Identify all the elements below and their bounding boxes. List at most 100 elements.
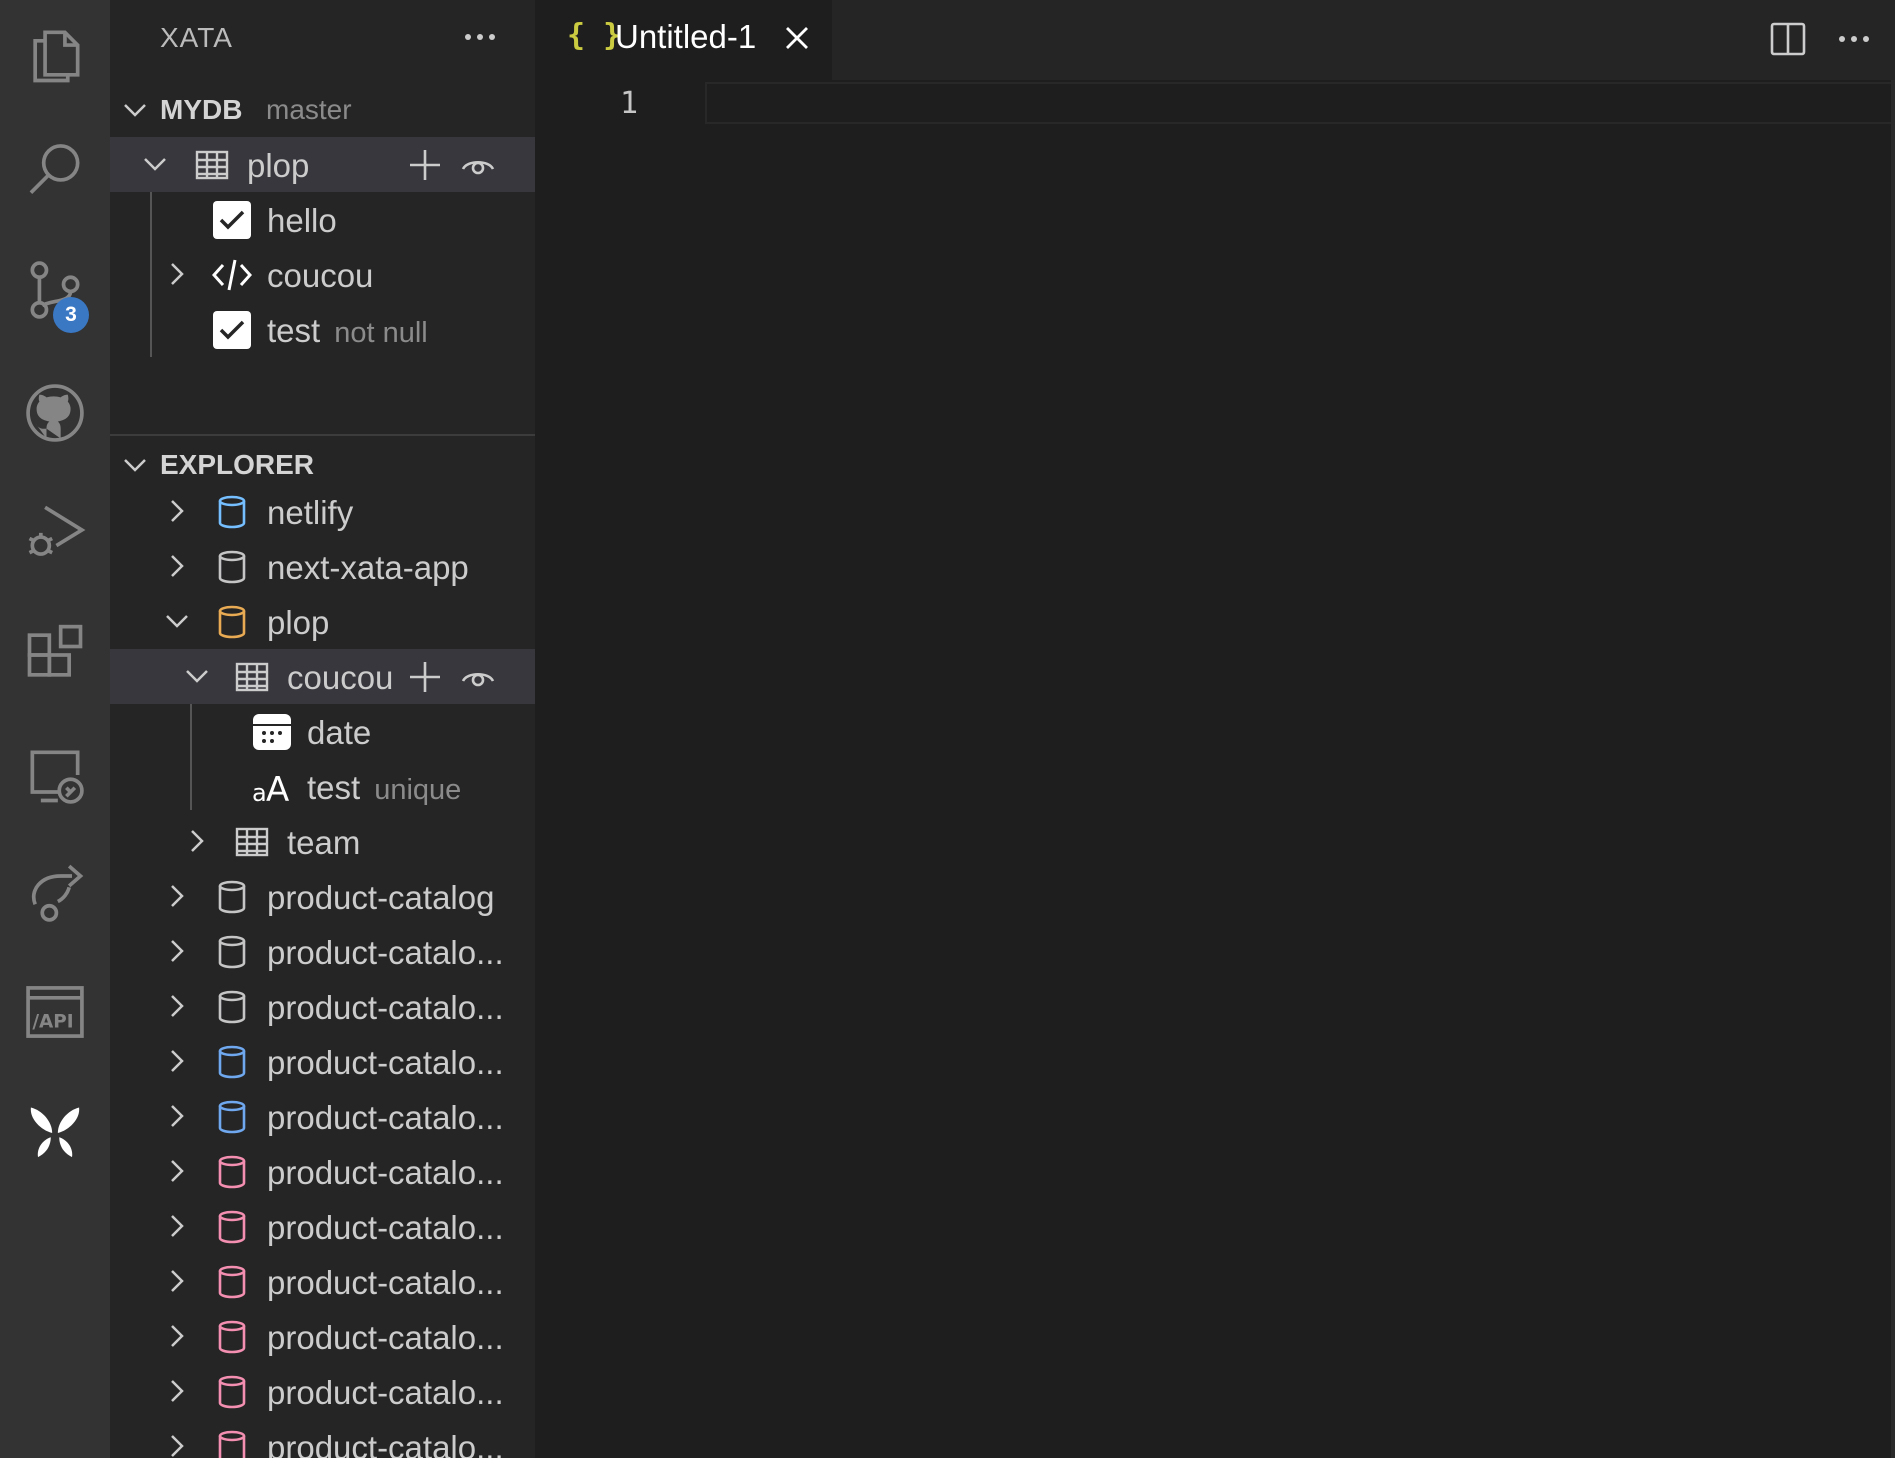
column-label: hello xyxy=(267,202,337,239)
database-row-product-catalog[interactable]: product-catalo... xyxy=(110,1419,535,1458)
editor-tab-bar: { } Untitled-1 xyxy=(535,0,1895,80)
svg-text:a: a xyxy=(252,779,267,807)
editor-area[interactable]: 1 xyxy=(535,80,1895,1458)
checkbox-icon xyxy=(213,311,251,349)
database-row-product-catalog[interactable]: product-catalo... xyxy=(110,1144,535,1199)
column-constraint: not null xyxy=(334,317,428,349)
database-icon xyxy=(218,605,246,639)
column-constraint: unique xyxy=(374,774,462,806)
database-icon xyxy=(218,550,246,584)
run-debug-icon[interactable] xyxy=(0,475,110,585)
database-icon xyxy=(218,1045,246,1079)
chevron-right-icon xyxy=(171,885,184,907)
database-row-product-catalog[interactable]: product-catalo... xyxy=(110,924,535,979)
database-icon xyxy=(218,1265,246,1299)
remote-explorer-icon[interactable] xyxy=(0,720,110,830)
chevron-right-icon xyxy=(171,995,184,1017)
database-label: product-catalo... xyxy=(267,1209,504,1246)
database-row-product-catalog[interactable]: product-catalo... xyxy=(110,1254,535,1309)
table-icon xyxy=(195,150,229,180)
extensions-icon[interactable] xyxy=(0,600,110,710)
svg-text:A: A xyxy=(266,770,289,807)
database-label: product-catalo... xyxy=(267,1264,504,1301)
calendar-icon xyxy=(253,714,291,750)
add-icon[interactable] xyxy=(407,659,443,695)
database-icon xyxy=(218,1100,246,1134)
table-row-plop[interactable]: plop xyxy=(110,137,535,192)
split-editor-icon[interactable] xyxy=(1767,18,1809,60)
column-row-hello[interactable]: hello xyxy=(110,192,535,247)
database-icon xyxy=(218,1210,246,1244)
database-icon xyxy=(218,1155,246,1189)
chevron-right-icon xyxy=(171,263,184,285)
database-row-product-catalog[interactable]: product-catalog xyxy=(110,869,535,924)
chevron-right-icon xyxy=(171,1270,184,1292)
database-row-plop[interactable]: plop xyxy=(110,594,535,649)
chevron-right-icon xyxy=(171,1435,184,1457)
mydb-label: MYDB xyxy=(160,94,243,125)
checkbox-icon xyxy=(213,201,251,239)
database-label: next-xata-app xyxy=(267,549,469,586)
database-label: product-catalo... xyxy=(267,1429,504,1458)
column-row-test[interactable]: test not null xyxy=(110,302,535,357)
current-line-highlight[interactable] xyxy=(705,82,1895,124)
chevron-right-icon xyxy=(171,1160,184,1182)
line-number: 1 xyxy=(620,86,639,121)
database-icon xyxy=(218,1320,246,1354)
column-row-test[interactable]: a A test unique xyxy=(110,759,535,814)
chevron-right-icon xyxy=(191,830,204,852)
database-row-next-xata-app[interactable]: next-xata-app xyxy=(110,539,535,594)
more-actions-icon[interactable] xyxy=(460,20,500,54)
close-icon[interactable] xyxy=(781,22,813,54)
database-label: plop xyxy=(267,604,330,641)
section-divider xyxy=(110,434,535,436)
chevron-right-icon xyxy=(171,500,184,522)
column-label: test not null xyxy=(267,312,428,349)
database-row-product-catalog[interactable]: product-catalo... xyxy=(110,979,535,1034)
chevron-down-icon xyxy=(124,104,146,117)
scrollbar[interactable] xyxy=(1891,80,1895,1458)
table-icon xyxy=(235,662,269,692)
database-row-product-catalog[interactable]: product-catalo... xyxy=(110,1034,535,1089)
database-row-netlify[interactable]: netlify xyxy=(110,484,535,539)
github-icon[interactable] xyxy=(0,358,110,468)
table-label: coucou xyxy=(287,659,394,696)
more-actions-icon[interactable] xyxy=(1833,18,1875,60)
tab-untitled-1[interactable]: { } Untitled-1 xyxy=(535,0,832,80)
xata-logo-icon[interactable] xyxy=(0,1078,110,1188)
column-row-coucou[interactable]: coucou xyxy=(110,247,535,302)
column-row-date[interactable]: date xyxy=(110,704,535,759)
chevron-down-icon xyxy=(186,670,208,683)
eye-icon[interactable] xyxy=(460,147,496,183)
column-label: coucou xyxy=(267,257,374,294)
chevron-down-icon xyxy=(166,615,188,628)
database-label: product-catalo... xyxy=(267,1319,504,1356)
files-icon[interactable] xyxy=(0,0,110,110)
explorer-section-header[interactable]: EXPLORER xyxy=(110,440,535,490)
eye-icon[interactable] xyxy=(460,659,496,695)
sidebar: XATA MYDB master plop hello coucou test n… xyxy=(110,0,535,1458)
table-row-team[interactable]: team xyxy=(110,814,535,869)
database-row-product-catalog[interactable]: product-catalo... xyxy=(110,1089,535,1144)
database-row-product-catalog[interactable]: product-catalo... xyxy=(110,1309,535,1364)
table-row-coucou[interactable]: coucou xyxy=(110,649,535,704)
database-row-product-catalog[interactable]: product-catalo... xyxy=(110,1364,535,1419)
table-label: team xyxy=(287,824,361,861)
table-icon xyxy=(235,827,269,857)
search-icon[interactable] xyxy=(0,115,110,225)
add-icon[interactable] xyxy=(407,147,443,183)
live-share-icon[interactable] xyxy=(0,838,110,948)
chevron-right-icon xyxy=(171,555,184,577)
column-label: test unique xyxy=(307,769,462,806)
chevron-down-icon xyxy=(144,158,166,171)
database-label: product-catalo... xyxy=(267,989,504,1026)
source-control-icon[interactable]: 3 xyxy=(0,235,110,345)
database-row-product-catalog[interactable]: product-catalo... xyxy=(110,1199,535,1254)
database-icon xyxy=(218,935,246,969)
api-icon[interactable]: /API xyxy=(0,957,110,1067)
mydb-section-header[interactable]: MYDB master xyxy=(110,85,535,135)
chevron-right-icon xyxy=(171,1215,184,1237)
database-icon xyxy=(218,1375,246,1409)
database-label: product-catalo... xyxy=(267,1154,504,1191)
table-label: plop xyxy=(247,147,310,184)
